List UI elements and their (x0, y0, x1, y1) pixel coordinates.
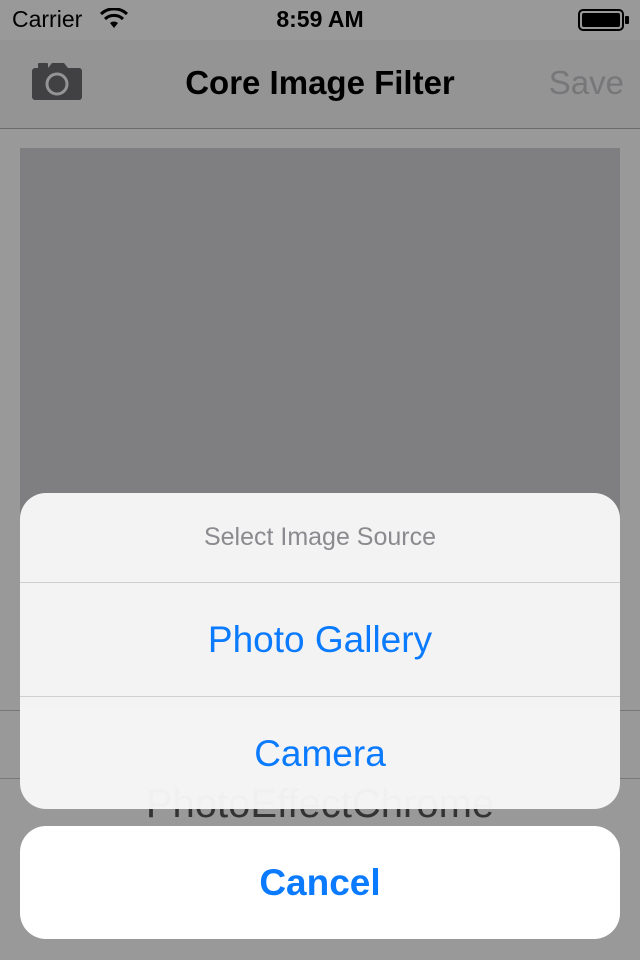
action-sheet-title: Select Image Source (203, 523, 437, 551)
modal-dim-overlay[interactable] (0, 0, 640, 960)
action-sheet: Select Image Source Photo Gallery Camera (20, 493, 620, 809)
cancel-button[interactable]: Cancel (20, 826, 620, 939)
screen: Carrier 8:59 AM Core Image Filter Save P… (0, 0, 640, 960)
camera-button[interactable]: Camera (20, 697, 620, 809)
photo-gallery-button[interactable]: Photo Gallery (20, 583, 620, 696)
